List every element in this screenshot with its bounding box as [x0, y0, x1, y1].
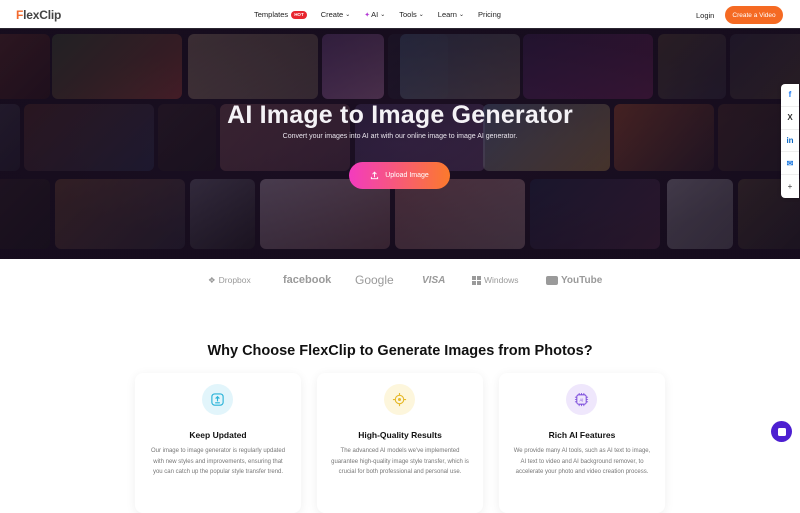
share-bar: f X in ✉ +	[781, 84, 799, 198]
feature-text: Our image to image generator is regularl…	[150, 448, 286, 475]
feature-card: Keep Updated Our image to image generato…	[135, 373, 301, 513]
top-nav: FlexClip Templates HOT Create ⌄ ✦ AI ⌄ Tools…	[0, 0, 800, 29]
upload-icon	[371, 171, 379, 180]
linkedin-share-icon[interactable]: in	[781, 130, 799, 153]
create-video-button[interactable]: Create a Video	[725, 6, 783, 24]
nav-templates[interactable]: Templates HOT	[254, 10, 307, 19]
chevron-down-icon: ⌄	[458, 12, 464, 18]
windows-logo: Windows	[472, 271, 518, 289]
target-icon	[384, 384, 415, 415]
chat-icon	[777, 427, 786, 436]
visa-logo: VISA	[422, 274, 446, 286]
feature-text: The advanced AI models we've implemented…	[331, 448, 469, 475]
login-link[interactable]: Login	[696, 11, 714, 20]
more-share-icon[interactable]: +	[781, 175, 799, 198]
sparkle-icon: ✦	[364, 11, 371, 19]
dropbox-logo: ❖ Dropbox	[208, 274, 251, 286]
hero-overlay	[0, 29, 800, 259]
hero-title: AI Image to Image Generator	[227, 101, 573, 129]
x-share-icon[interactable]: X	[781, 107, 799, 130]
chat-widget-button[interactable]	[771, 421, 792, 442]
hero-subtitle: Convert your images into AI art with our…	[282, 133, 518, 140]
windows-icon	[472, 275, 481, 285]
nav-create[interactable]: Create ⌄	[321, 10, 351, 19]
facebook-logo: facebook	[283, 274, 332, 286]
brand-logos: ❖ Dropbox facebook Google VISA Windows Yo…	[0, 271, 800, 289]
youtube-icon	[546, 275, 558, 285]
feature-card: AI Rich AI Features We provide many AI t…	[499, 373, 665, 513]
facebook-share-icon[interactable]: f	[781, 84, 799, 107]
hero-section: AI Image to Image Generator Convert your…	[0, 29, 800, 259]
nav-pricing[interactable]: Pricing	[478, 10, 501, 19]
nav-tools[interactable]: Tools ⌄	[399, 10, 424, 19]
chevron-down-icon: ⌄	[418, 12, 424, 18]
flexclip-logo[interactable]: FlexClip	[16, 8, 61, 22]
section-title: Why Choose FlexClip to Generate Images f…	[207, 343, 593, 359]
chevron-down-icon: ⌄	[345, 12, 351, 18]
dropbox-icon: ❖	[208, 274, 216, 285]
upload-image-button[interactable]: Upload Image	[349, 162, 450, 189]
svg-text:AI: AI	[580, 397, 584, 402]
feature-title: Rich AI Features	[548, 430, 616, 440]
feature-text: We provide many AI tools, such as AI tex…	[513, 448, 651, 475]
email-share-icon[interactable]: ✉	[781, 152, 799, 176]
youtube-logo: YouTube	[546, 271, 602, 289]
nav-ai[interactable]: ✦ AI ⌄	[364, 10, 385, 19]
feature-title: Keep Updated	[189, 430, 247, 440]
nav-learn[interactable]: Learn ⌄	[438, 10, 464, 19]
hot-badge: HOT	[291, 10, 307, 19]
feature-card: High-Quality Results The advanced AI mod…	[317, 373, 483, 513]
feature-title: High-Quality Results	[358, 430, 442, 440]
main-menu: Templates HOT Create ⌄ ✦ AI ⌄ Tools ⌄ Learn ⌄ …	[254, 10, 515, 19]
google-logo: Google	[355, 273, 394, 287]
upload-icon	[202, 384, 233, 415]
chevron-down-icon: ⌄	[380, 12, 386, 18]
ai-chip-icon: AI	[566, 384, 597, 415]
